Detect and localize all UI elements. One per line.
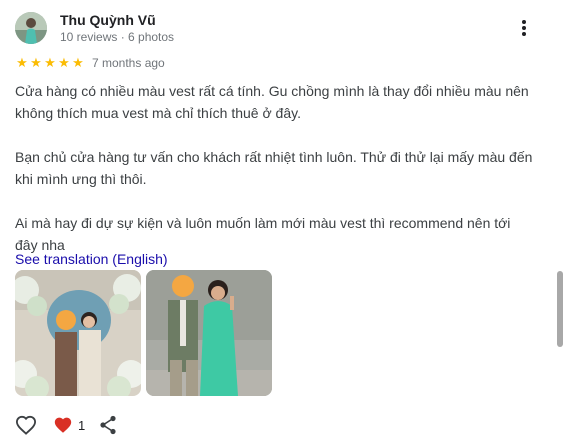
reviewer-meta: 10 reviews · 6 photos (60, 30, 175, 44)
like-button[interactable] (15, 415, 37, 435)
reviewer-name[interactable]: Thu Quỳnh Vũ (60, 12, 156, 28)
review-text: Cửa hàng có nhiều màu vest rất cá tính. … (15, 80, 535, 256)
see-translation-link[interactable]: See translation (English) (15, 251, 168, 267)
star-icon: ★ (44, 55, 56, 70)
scrollbar-thumb[interactable] (557, 271, 563, 347)
review-card: Thu Quỳnh Vũ 10 reviews · 6 photos ★ ★ ★ ★ ★… (0, 0, 553, 443)
review-paragraph-2: Bạn chủ cửa hàng tư vấn cho khách rất nh… (15, 149, 533, 187)
more-vert-icon (522, 20, 526, 36)
star-icon: ★ (30, 55, 42, 70)
heart-outline-icon (15, 415, 37, 435)
share-button[interactable] (99, 415, 117, 435)
review-photo-1[interactable] (15, 270, 141, 396)
couple-outdoor-photo (146, 270, 272, 396)
review-photo-2[interactable] (146, 270, 272, 396)
heart-filled-icon (54, 417, 72, 433)
rating-row: ★ ★ ★ ★ ★ 7 months ago (15, 55, 165, 71)
review-paragraph-1: Cửa hàng có nhiều màu vest rất cá tính. … (15, 83, 529, 121)
wedding-couple-photo (15, 270, 141, 396)
more-options-button[interactable] (514, 16, 534, 40)
like-count: 1 (78, 417, 86, 433)
star-icon: ★ (58, 55, 70, 70)
reviewer-avatar[interactable] (15, 12, 47, 44)
share-icon (100, 415, 116, 435)
star-icon: ★ (16, 55, 28, 70)
liked-count-button[interactable]: 1 (53, 416, 85, 434)
review-paragraph-3: Ai mà hay đi dự sự kiện và luôn muốn làm… (15, 215, 511, 253)
review-actions: 1 (15, 413, 117, 437)
star-icon: ★ (72, 55, 84, 70)
star-rating: ★ ★ ★ ★ ★ (15, 55, 85, 71)
scrollbar-track[interactable] (553, 0, 567, 443)
review-time: 7 months ago (92, 56, 165, 70)
